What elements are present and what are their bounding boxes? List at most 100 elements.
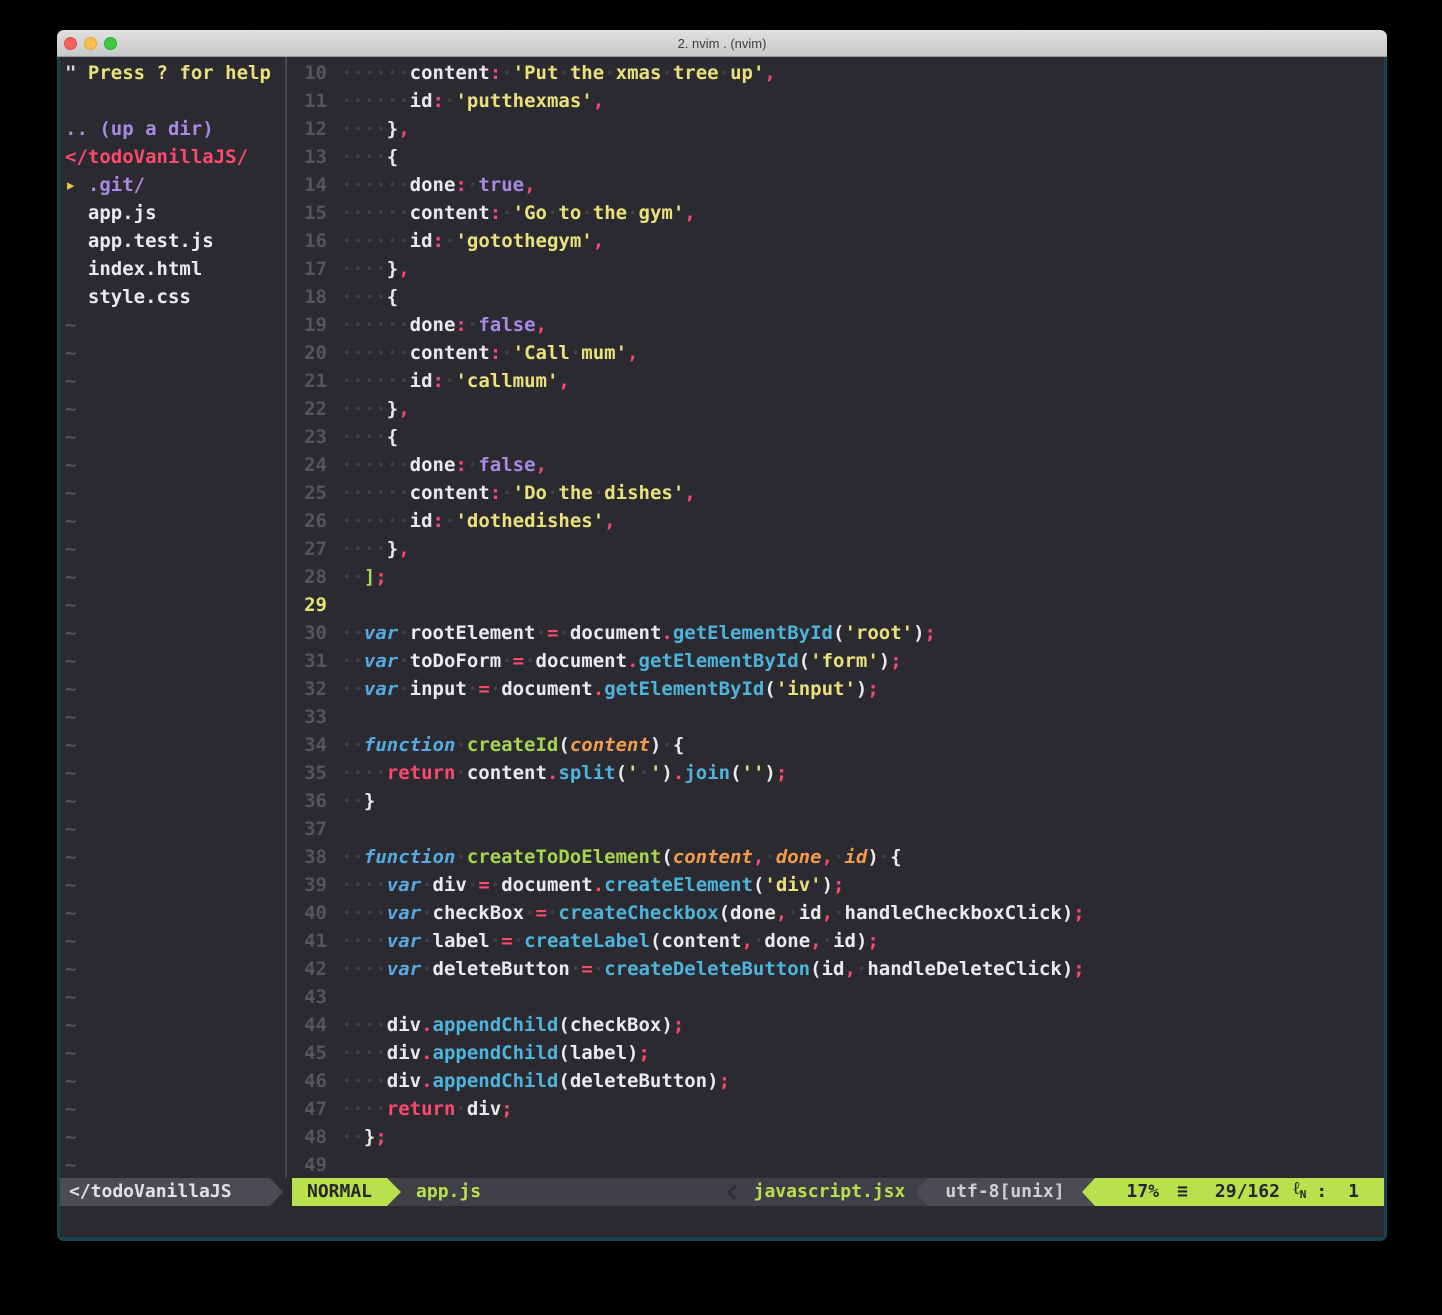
tilde-glyph: ~ [65,1154,76,1176]
powerline-separator-icon [387,1178,401,1206]
code-text: ····{ [341,283,398,311]
code-line[interactable]: 41····var·label·=·createLabel(content,·d… [287,927,1384,955]
code-text: ····var·div·=·document.createElement('di… [341,871,844,899]
code-line[interactable]: 38··function·createToDoElement(content,·… [287,843,1384,871]
code-line[interactable]: 32··var·input·=·document.getElementById(… [287,675,1384,703]
whitespace-dots: · [879,846,890,868]
code-line[interactable]: 37 [287,815,1384,843]
statusline-filename: app.js [401,1178,481,1206]
code-token: content [467,762,547,784]
whitespace-dots: ······ [341,174,410,196]
empty-buffer-tilde: ~ [60,759,285,787]
command-line[interactable] [60,1206,1384,1237]
code-line[interactable]: 25······content:·'Do·the·dishes', [287,479,1384,507]
code-line[interactable]: 33 [287,703,1384,731]
code-line[interactable]: 10······content:·'Put·the·xmas·tree·up', [287,59,1384,87]
code-line[interactable]: 30··var·rootElement·=·document.getElemen… [287,619,1384,647]
empty-buffer-tilde: ~ [60,927,285,955]
vim-split: " Press ? for help.. (up a dir)</todoVan… [60,57,1384,1178]
code-line[interactable]: 20······content:·'Call·mum', [287,339,1384,367]
code-token: the [593,202,627,224]
code-token: 'form' [810,650,879,672]
code-line[interactable]: 28··]; [287,563,1384,591]
nerdtree-item-apptestjs[interactable]: app.test.js [60,227,285,255]
tilde-glyph: ~ [65,706,76,728]
code-line[interactable]: 17····}, [287,255,1384,283]
whitespace-dots: ·· [341,678,364,700]
whitespace-dots: · [467,678,478,700]
whitespace-dots: · [421,958,432,980]
nerdtree-sidebar[interactable]: " Press ? for help.. (up a dir)</todoVan… [60,57,285,1178]
code-token: done [410,454,456,476]
code-line[interactable]: 23····{ [287,423,1384,451]
code-token: content [661,930,741,952]
tilde-glyph: ~ [65,958,76,980]
code-line[interactable]: 15······content:·'Go·to·the·gym', [287,199,1384,227]
code-token: . [421,1042,432,1064]
code-line[interactable]: 19······done:·false, [287,311,1384,339]
code-buffer[interactable]: 10······content:·'Put·the·xmas·tree·up',… [287,57,1384,1178]
code-line[interactable]: 43 [287,983,1384,1011]
code-line[interactable]: 18····{ [287,283,1384,311]
code-line[interactable]: 26······id:·'dothedishes', [287,507,1384,535]
nerdtree-root[interactable]: </todoVanillaJS/ [60,143,285,171]
code-token: 'div' [764,874,821,896]
code-token: ( [799,650,810,672]
code-line[interactable]: 31··var·toDoForm·=·document.getElementBy… [287,647,1384,675]
code-line[interactable]: 44····div.appendChild(checkBox); [287,1011,1384,1039]
code-line[interactable]: 49 [287,1151,1384,1178]
code-token: div [433,874,467,896]
whitespace-dots: · [455,846,466,868]
whitespace-dots: · [501,482,512,504]
nerdtree-up-dir[interactable]: .. (up a dir) [60,115,285,143]
nerdtree-item-appjs[interactable]: app.js [60,199,285,227]
code-line[interactable]: 46····div.appendChild(deleteButton); [287,1067,1384,1095]
code-text: ······content:·'Go·to·the·gym', [341,199,696,227]
tilde-glyph: ~ [65,538,76,560]
code-line[interactable]: 48··}; [287,1123,1384,1151]
code-token: ) [879,650,890,672]
code-line[interactable]: 11······id:·'putthexmas', [287,87,1384,115]
nerdtree-item-indexhtml[interactable]: index.html [60,255,285,283]
code-token: } [387,398,398,420]
code-line[interactable]: 21······id:·'callmum', [287,367,1384,395]
code-text: ····div.appendChild(deleteButton); [341,1067,730,1095]
code-line[interactable]: 36··} [287,787,1384,815]
code-line[interactable]: 39····var·div·=·document.createElement('… [287,871,1384,899]
whitespace-dots: ·· [341,790,364,812]
code-line[interactable]: 14······done:·true, [287,171,1384,199]
line-number: 13 [287,143,327,171]
code-text: ··function·createToDoElement(content,·do… [341,843,902,871]
titlebar[interactable]: 2. nvim . (nvim) [57,30,1387,57]
nerdtree-item-git[interactable]: ▸ .git/ [60,171,285,199]
nerdtree-item-stylecss[interactable]: style.css [60,283,285,311]
line-number: 43 [287,983,327,1011]
code-line[interactable]: 42····var·deleteButton·=·createDeleteBut… [287,955,1384,983]
code-token: done [410,314,456,336]
code-line[interactable]: 45····div.appendChild(label); [287,1039,1384,1067]
code-token: , [810,930,821,952]
code-line[interactable]: 27····}, [287,535,1384,563]
code-line[interactable]: 47····return·div; [287,1095,1384,1123]
whitespace-dots: · [536,622,547,644]
code-token: ) [913,622,924,644]
code-line[interactable]: 24······done:·false, [287,451,1384,479]
code-line[interactable]: 40····var·checkBox·=·createCheckbox(done… [287,899,1384,927]
code-line[interactable]: 22····}, [287,395,1384,423]
file-label: app.test.js [65,230,214,252]
code-token: ( [730,762,741,784]
code-line[interactable]: 16······id:·'gotothegym', [287,227,1384,255]
vim-mode-indicator: NORMAL [292,1178,387,1206]
code-line[interactable]: 12····}, [287,115,1384,143]
powerline-separator-icon [915,1178,928,1206]
code-line[interactable]: 35····return·content.split('·').join('')… [287,759,1384,787]
code-text: ······content:·'Call·mum', [341,339,639,367]
tilde-glyph: ~ [65,510,76,532]
empty-buffer-tilde: ~ [60,871,285,899]
code-line[interactable]: 34··function·createId(content)·{ [287,731,1384,759]
tilde-glyph: ~ [65,874,76,896]
code-token: ) [1062,958,1073,980]
code-token: ' [650,762,661,784]
code-line[interactable]: 13····{ [287,143,1384,171]
code-line[interactable]: 29 [287,591,1384,619]
